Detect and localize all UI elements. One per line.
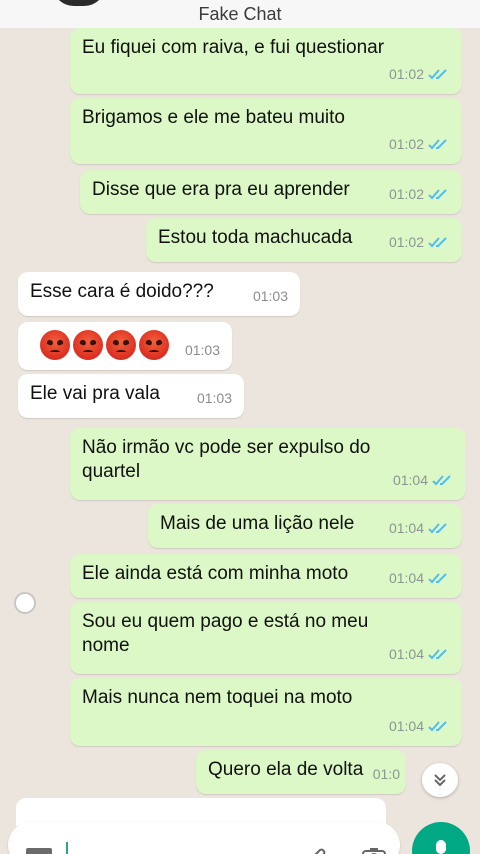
message-outgoing[interactable]: Ele ainda está com minha moto 01:04 [70, 554, 462, 598]
double-check-icon [432, 475, 451, 486]
mic-icon [436, 840, 446, 854]
keyboard-icon[interactable] [26, 848, 52, 854]
message-time: 01:02 [388, 136, 424, 152]
double-check-icon [428, 139, 447, 150]
message-time: 01:04 [388, 570, 424, 586]
double-check-icon [428, 189, 447, 200]
scroll-to-bottom-button[interactable] [422, 763, 458, 797]
contact-name[interactable]: Fake Chat [0, 4, 480, 25]
message-outgoing[interactable]: Não irmão vc pode ser expulso do quartel… [70, 428, 466, 500]
message-outgoing[interactable]: Quero ela de volta 01:0 [196, 750, 406, 794]
message-meta: 01:04 [389, 566, 450, 590]
angry-face-icon [106, 330, 136, 360]
message-time: 01:04 [388, 646, 424, 662]
message-time: 01:03 [252, 288, 288, 304]
message-text: Esse cara é doido??? [30, 281, 214, 302]
message-text: Eu fiquei com raiva, e fui questionar [82, 37, 385, 58]
text-cursor [66, 842, 68, 854]
message-outgoing[interactable]: Mais nunca nem toquei na moto 01:04 [70, 678, 462, 746]
double-check-icon [428, 573, 447, 584]
message-time: 01:02 [388, 186, 424, 202]
message-meta: 01:04 [389, 516, 450, 540]
message-incoming[interactable]: Ele vai pra vala 01:03 [18, 374, 244, 418]
message-text: Não irmão vc pode ser expulso do quartel [82, 437, 371, 482]
double-check-icon [428, 523, 447, 534]
message-outgoing[interactable]: Mais de uma lição nele 01:04 [148, 504, 462, 548]
message-time: 01:04 [388, 718, 424, 734]
message-time: 01:03 [184, 342, 220, 358]
message-outgoing[interactable]: Estou toda machucada 01:02 [146, 218, 462, 262]
message-text: Sou eu quem pago e está no meu nome [82, 611, 369, 656]
message-time: 01:04 [392, 472, 428, 488]
double-check-icon [428, 237, 447, 248]
message-incoming[interactable]: Esse cara é doido??? 01:03 [18, 272, 300, 316]
angry-face-icon [40, 330, 70, 360]
message-meta: 01:04 [393, 468, 454, 492]
angry-face-icon [139, 330, 169, 360]
message-meta: 01:02 [389, 132, 450, 156]
message-input[interactable] [8, 822, 400, 854]
double-check-icon [428, 649, 447, 660]
message-meta: 01:02 [389, 182, 450, 206]
message-time: 01:03 [196, 390, 232, 406]
message-outgoing[interactable]: Sou eu quem pago e está no meu nome 01:0… [70, 602, 462, 674]
message-time: 01:04 [388, 520, 424, 536]
message-incoming[interactable]: 01:03 [18, 322, 232, 370]
paperclip-icon[interactable] [306, 844, 330, 854]
message-text: Mais nunca nem toquei na moto [82, 687, 353, 708]
camera-icon[interactable] [360, 844, 388, 854]
angry-face-icon [73, 330, 103, 360]
message-meta: 01:04 [389, 642, 450, 666]
message-time: 01:0 [372, 766, 400, 782]
message-text: Brigamos e ele me bateu muito [82, 107, 345, 128]
mic-button[interactable] [412, 822, 470, 854]
message-outgoing[interactable]: Eu fiquei com raiva, e fui questionar 01… [70, 28, 462, 94]
message-outgoing[interactable]: Disse que era pra eu aprender 01:02 [80, 170, 462, 214]
double-check-icon [428, 721, 447, 732]
message-time: 01:02 [388, 234, 424, 250]
message-outgoing[interactable]: Brigamos e ele me bateu muito 01:02 [70, 98, 462, 164]
message-list: Eu fiquei com raiva, e fui questionar 01… [0, 24, 480, 814]
chevron-double-down-icon [434, 774, 446, 787]
message-meta: 01:04 [389, 714, 450, 738]
selection-radio[interactable] [14, 592, 36, 614]
message-text: Quero ela de volta [208, 759, 364, 780]
message-time: 01:02 [388, 66, 424, 82]
double-check-icon [428, 69, 447, 80]
message-meta: 01:02 [389, 62, 450, 86]
message-meta: 01:02 [389, 230, 450, 254]
